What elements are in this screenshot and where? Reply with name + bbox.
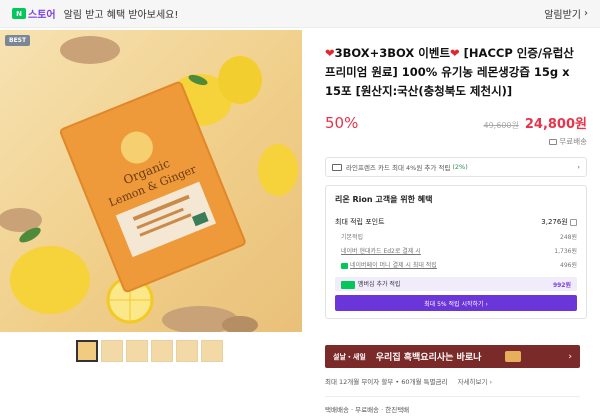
credit-card-icon — [332, 163, 342, 171]
naver-n-badge: N — [12, 8, 26, 19]
thumbnail-2[interactable] — [101, 340, 123, 362]
discount-rate: 50% — [325, 114, 359, 132]
chevron-right-icon: › — [568, 351, 572, 362]
benefit-username: Rion — [352, 195, 373, 204]
chevron-right-icon: › — [584, 8, 588, 19]
basic-points-label: 기본적립 — [341, 234, 364, 241]
product-main-image[interactable]: BEST Organic Lemon & Ginger — [0, 30, 302, 332]
price-row: 50% 49,600원 24,800원 — [325, 113, 587, 132]
original-price: 49,600원 — [483, 121, 519, 130]
product-title: ❤3BOX+3BOX 이벤트❤ [HACCP 인증/유럽산 프리미엄 원료] 1… — [325, 44, 587, 101]
npay-money-label: 네이버페이 머니 결제 시 최대 적립 — [350, 262, 437, 269]
product-info-panel: ❤3BOX+3BOX 이벤트❤ [HACCP 인증/유럽산 프리미엄 원료] 1… — [325, 30, 587, 319]
sale-price: 24,800원 — [524, 117, 587, 132]
membership-join-button[interactable]: 최대 5% 적립 시작하기 › — [335, 295, 577, 311]
thumbnail-3[interactable] — [126, 340, 148, 362]
truck-icon — [549, 139, 558, 145]
ad-text: 우리집 흑백요리사는 바로나 — [375, 353, 482, 363]
installment-more-link[interactable]: 자세히보기 › — [458, 378, 493, 386]
hyundai-card-value: 1,736원 — [554, 248, 577, 255]
membership-label-wrap: 멤버십 추가 적립 — [341, 279, 400, 289]
basic-points-row: 기본적립 248원 — [335, 232, 577, 241]
npay-money-value: 496원 — [560, 262, 577, 269]
card-promo-banner[interactable]: 라인프렌즈 카드 최대 4%원 추가 적립 (2%) › — [325, 157, 587, 177]
top-banner: N 스토어 알림 받고 혜택 받아보세요! 알림받기 › — [0, 0, 600, 28]
installment-text: 최대 12개월 무이자 할부 • 60개월 특별금리 — [325, 378, 448, 386]
hyundai-card-row[interactable]: 네이버 현대카드 Ed2로 결제 시 1,736원 — [335, 246, 577, 255]
thumbnail-5[interactable] — [176, 340, 198, 362]
basic-points-value: 248원 — [560, 234, 577, 241]
npay-money-row[interactable]: 네이버페이 머니 결제 시 최대 적립 496원 — [335, 260, 577, 269]
benefit-title: 리온 Rion 고객을 위한 혜택 — [335, 194, 577, 205]
title-event: 3BOX+3BOX 이벤트 — [334, 46, 451, 60]
thumbnail-strip — [76, 340, 223, 362]
membership-row: 멤버십 추가 적립 992원 — [335, 277, 577, 291]
max-points-row: 최대 적립 포인트 3,276원 — [335, 217, 577, 227]
benefit-title-suffix: 고객을 위한 혜택 — [372, 195, 433, 204]
thumbnail-6[interactable] — [201, 340, 223, 362]
banner-message: 알림 받고 혜택 받아보세요! — [63, 10, 179, 21]
ad-tag: 설날・새일 — [333, 352, 366, 361]
hyundai-card-label: 네이버 현대카드 Ed2로 결제 시 — [341, 248, 421, 255]
divider — [325, 396, 580, 397]
card-promo-accent: (2%) — [452, 163, 468, 171]
membership-label: 멤버십 추가 적립 — [358, 281, 401, 289]
npay-icon — [341, 262, 348, 269]
heart-icon: ❤ — [450, 46, 460, 60]
max-points-label: 최대 적립 포인트 — [335, 218, 385, 226]
thumbnail-1[interactable] — [76, 340, 98, 362]
alarm-button[interactable]: 알림받기 › — [544, 6, 588, 21]
naver-plus-badge-icon — [341, 280, 355, 289]
heart-icon: ❤ — [325, 46, 335, 60]
installment-info: 최대 12개월 무이자 할부 • 60개월 특별금리 자세히보기 › — [325, 376, 492, 386]
product-photo-illustration: Organic Lemon & Ginger — [0, 36, 298, 332]
benefit-title-prefix: 리온 — [335, 195, 353, 204]
shipping-info: 무료배송 — [325, 136, 587, 147]
card-promo-text: 라인프렌즈 카드 최대 4%원 추가 적립 — [346, 164, 451, 172]
shipping-label: 무료배송 — [559, 137, 587, 146]
info-icon[interactable] — [570, 218, 577, 226]
store-label: 스토어 — [28, 10, 56, 21]
delivery-info: 택배배송 · 무료배송 · 한진택배 — [325, 406, 410, 414]
gift-box-icon — [505, 351, 522, 362]
membership-value: 992원 — [552, 281, 571, 289]
alarm-button-label: 알림받기 — [544, 10, 581, 21]
npay-money-label-wrap: 네이버페이 머니 결제 시 최대 적립 — [341, 260, 437, 269]
chevron-right-icon: › — [577, 163, 580, 171]
promo-ad-banner[interactable]: 설날・새일 우리집 흑백요리사는 바로나 › — [325, 345, 580, 368]
max-points-amount: 3,276원 — [541, 218, 568, 226]
benefit-box: 리온 Rion 고객을 위한 혜택 최대 적립 포인트 3,276원 기본적립 … — [325, 185, 587, 319]
max-points-value: 3,276원 — [541, 217, 577, 227]
thumbnail-4[interactable] — [151, 340, 173, 362]
